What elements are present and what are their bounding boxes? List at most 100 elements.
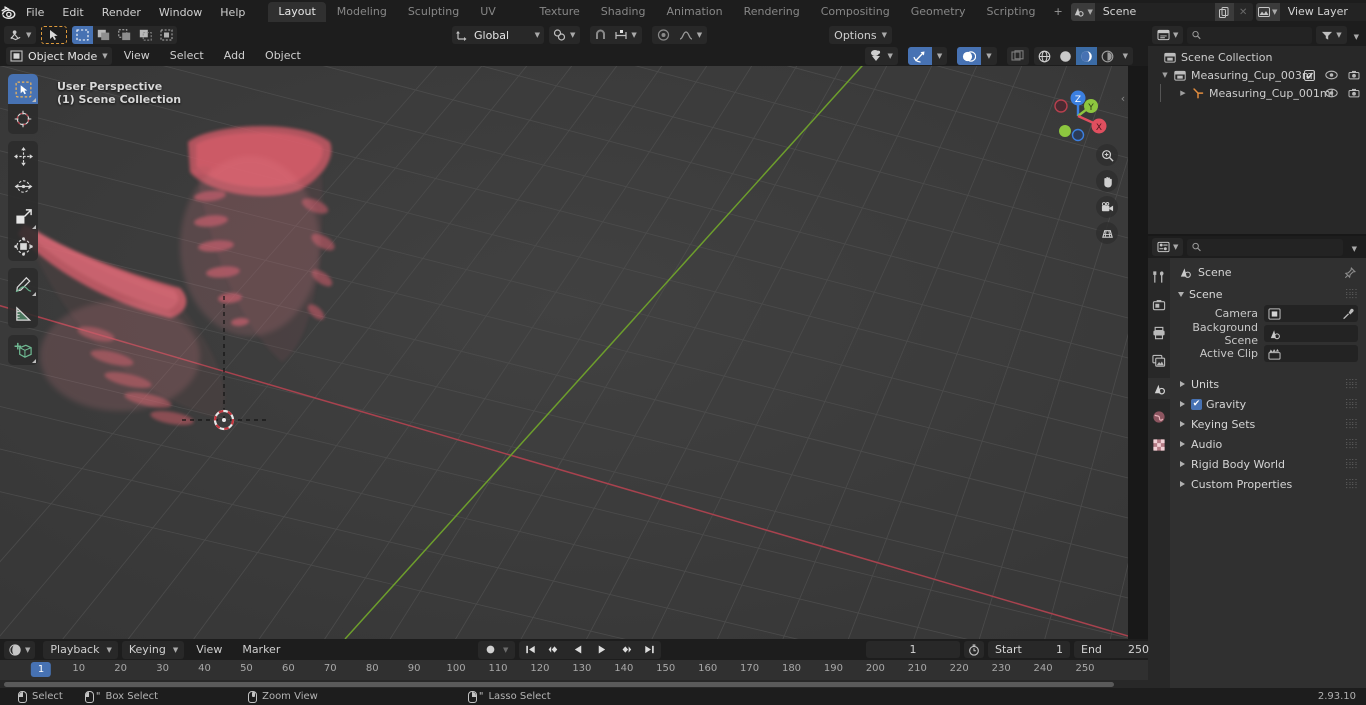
eyedropper-icon[interactable] <box>1342 308 1354 320</box>
properties-options-caret[interactable]: ▼ <box>1347 241 1362 254</box>
stopwatch-icon[interactable] <box>964 641 984 658</box>
falloff-curve-icon[interactable] <box>675 26 697 44</box>
blender-logo-icon[interactable] <box>0 0 17 24</box>
pan-hand-icon[interactable] <box>1096 170 1118 192</box>
measure-tool[interactable] <box>8 298 38 328</box>
transform-tool[interactable] <box>8 231 38 261</box>
timeline-scrollbar-track[interactable] <box>0 680 1148 688</box>
tab-compositing[interactable]: Compositing <box>811 2 900 22</box>
material-preview-button[interactable] <box>1075 47 1097 65</box>
proportional-edit-group[interactable]: ▼ <box>651 26 708 44</box>
tab-sculpting[interactable]: Sculpting <box>398 2 469 22</box>
timeline-playhead[interactable]: 1 <box>30 662 52 677</box>
overlays-selector[interactable]: ▼ <box>957 47 997 65</box>
show-gizmo-icon[interactable] <box>907 47 932 65</box>
timeline-editor[interactable]: ▼ Playback ▼ Keying ▼ View Marker ▼ 1 St… <box>0 639 1156 688</box>
field-value[interactable] <box>1264 325 1358 342</box>
move-tool[interactable] <box>8 141 38 171</box>
viewport-menu-view[interactable]: View <box>116 47 158 65</box>
viewlayer-selector[interactable]: ▼ View Layer ✕ <box>1255 3 1366 21</box>
outliner-filter[interactable]: ▼ <box>1316 26 1347 44</box>
viewport-menu-object[interactable]: Object <box>257 47 309 65</box>
exclude-checkbox[interactable] <box>1304 69 1315 81</box>
camera-render-icon[interactable] <box>1348 70 1360 80</box>
next-keyframe-icon[interactable] <box>613 641 638 659</box>
menu-file[interactable]: File <box>17 3 53 22</box>
properties-tab-world[interactable] <box>1148 406 1170 427</box>
outliner-search-input[interactable] <box>1205 28 1308 42</box>
properties-search[interactable] <box>1187 238 1343 256</box>
end-frame-field[interactable]: End 250 <box>1074 641 1156 658</box>
transform-orientation-selector[interactable]: Global ▼ <box>452 26 544 44</box>
rendered-shading-button[interactable] <box>1097 47 1118 65</box>
prev-keyframe-icon[interactable] <box>542 641 567 659</box>
auto-keying-group[interactable]: ▼ <box>478 640 516 659</box>
keying-menu[interactable]: Keying ▼ <box>121 640 185 659</box>
start-frame-field[interactable]: Start 1 <box>988 641 1070 658</box>
timeline-menu-marker[interactable]: Marker <box>234 641 288 659</box>
wireframe-shading-button[interactable] <box>1034 47 1055 65</box>
gizmo-selector[interactable]: ▼ <box>907 47 948 65</box>
magnet-icon[interactable] <box>590 26 611 44</box>
outliner-row-scene-collection[interactable]: Scene Collection <box>1148 48 1366 66</box>
select-extend-button[interactable] <box>93 26 114 44</box>
panel-rigid-body-world[interactable]: Rigid Body World ∷∷ ∷∷ <box>1170 454 1366 474</box>
menu-help[interactable]: Help <box>211 3 254 22</box>
select-subtract-button[interactable] <box>114 26 135 44</box>
proportional-edit-icon[interactable] <box>652 26 675 44</box>
menu-window[interactable]: Window <box>150 3 211 22</box>
field-value[interactable] <box>1264 345 1358 362</box>
field-background-scene[interactable]: Background Scene <box>1170 321 1358 347</box>
tab-modeling[interactable]: Modeling <box>327 2 397 22</box>
properties-tab-view-layer[interactable] <box>1148 350 1170 371</box>
panel-scene-header[interactable]: Scene ∷∷ ∷∷ <box>1170 285 1366 303</box>
viewport-menu-select[interactable]: Select <box>162 47 212 65</box>
camera-icon[interactable] <box>1096 196 1118 218</box>
panel-custom-properties[interactable]: Custom Properties ∷∷ ∷∷ <box>1170 474 1366 494</box>
properties-search-input[interactable] <box>1205 240 1338 254</box>
snap-target-icon[interactable] <box>611 26 631 44</box>
eye-icon[interactable] <box>1325 70 1338 80</box>
options-button[interactable]: Options ▼ <box>829 26 892 44</box>
playback-menu[interactable]: Playback ▼ <box>43 640 118 659</box>
field-active-clip[interactable]: Active Clip <box>1170 344 1358 363</box>
solid-shading-button[interactable] <box>1055 47 1076 65</box>
current-frame-field[interactable]: 1 <box>866 641 960 658</box>
properties-editor-type[interactable]: ▼ <box>1152 238 1184 256</box>
panel-units[interactable]: Units ∷∷ ∷∷ <box>1170 374 1366 394</box>
outliner-new-filter[interactable]: ▼ <box>1351 29 1362 42</box>
properties-editor[interactable]: ▼ ▼ Scene Scene ∷∷ ∷∷ Camera Background … <box>1148 236 1366 688</box>
panel-gravity[interactable]: ✔ Gravity ∷∷ ∷∷ <box>1170 394 1366 414</box>
xray-toggle[interactable] <box>1006 47 1029 65</box>
tab-shading[interactable]: Shading <box>591 2 656 22</box>
viewport-menu-add[interactable]: Add <box>216 47 253 65</box>
outliner-search[interactable] <box>1187 26 1313 44</box>
cursor-tool[interactable] <box>8 104 38 134</box>
properties-tab-render[interactable] <box>1148 294 1170 315</box>
menu-edit[interactable]: Edit <box>53 3 92 22</box>
timeline-menu-view[interactable]: View <box>188 641 230 659</box>
tab-texture-paint[interactable]: Texture Paint <box>530 2 590 38</box>
scale-tool[interactable] <box>8 201 38 231</box>
properties-tab-output[interactable] <box>1148 322 1170 343</box>
new-scene-button[interactable] <box>1214 3 1234 21</box>
record-icon[interactable] <box>478 641 503 659</box>
navigation-gizmo[interactable]: Z Y X <box>1040 78 1116 154</box>
cursor-select-toggle[interactable] <box>41 26 68 44</box>
select-intersect-button[interactable] <box>156 26 177 44</box>
play-icon[interactable] <box>590 641 613 659</box>
3d-viewport[interactable]: User Perspective (1) Scene Collection Z … <box>0 66 1128 639</box>
panel-keying-sets[interactable]: Keying Sets ∷∷ ∷∷ <box>1170 414 1366 434</box>
object-mode-selector[interactable]: Object Mode ▼ <box>6 47 112 65</box>
properties-tab-scene[interactable] <box>1148 378 1170 399</box>
scene-selector[interactable]: ▼ Scene ✕ <box>1070 3 1253 21</box>
eye-icon[interactable] <box>1325 88 1338 98</box>
tab-layout[interactable]: Layout <box>268 2 326 22</box>
disclosure-closed-icon[interactable]: ▶ <box>1178 89 1188 97</box>
outliner-row-measuring-cup-001ml[interactable]: ▶ Measuring_Cup_001ml <box>1148 84 1366 102</box>
remove-scene-button[interactable]: ✕ <box>1233 3 1253 21</box>
field-value[interactable] <box>1264 305 1358 322</box>
editor-type-selector[interactable]: ▼ <box>4 26 37 44</box>
outliner-row-measuring-cup-003ml[interactable]: ▼ Measuring_Cup_003ml <box>1148 66 1366 84</box>
add-cube-tool[interactable] <box>8 335 38 365</box>
